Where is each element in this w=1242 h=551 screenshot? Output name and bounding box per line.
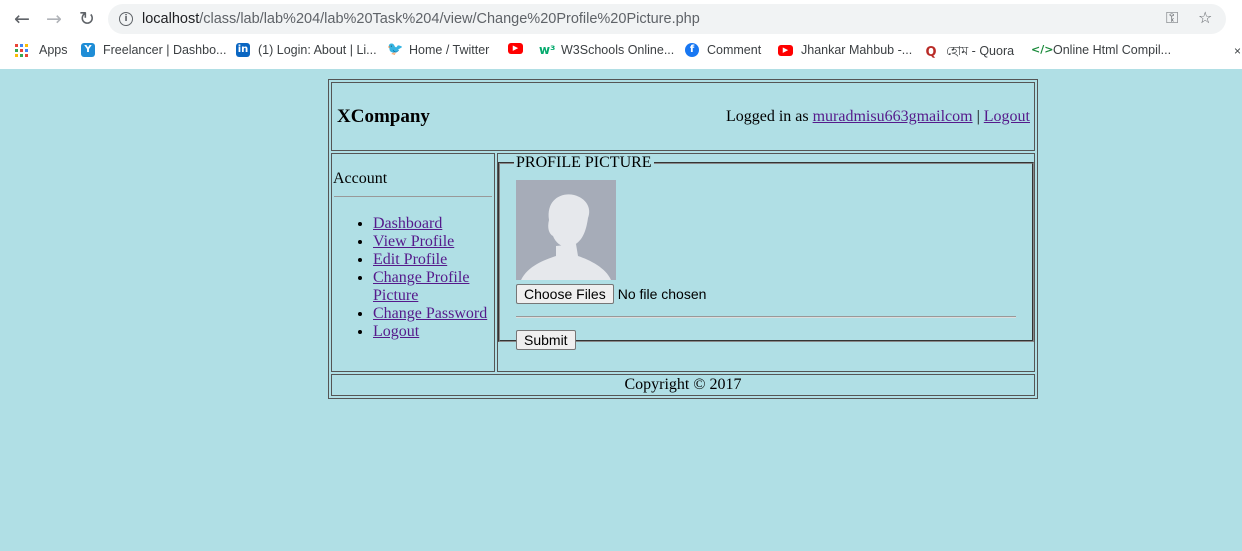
- footer: Copyright © 2017: [331, 374, 1035, 396]
- bookmark-label: হোম - Quora: [946, 44, 1015, 58]
- change-profile-picture-link[interactable]: Change Profile Picture: [373, 269, 469, 304]
- sidebar-item-change-profile-picture: Change Profile Picture: [373, 269, 494, 305]
- browser-toolbar: ← → ↻ i localhost/class/lab/lab%204/lab%…: [0, 0, 1242, 38]
- bookmark-html-compiler[interactable]: </> Online Html Compil...: [1031, 43, 1171, 57]
- star-icon[interactable]: ☆: [1198, 8, 1212, 27]
- no-file-chosen-text: No file chosen: [617, 286, 707, 302]
- key-icon[interactable]: ⚿: [1166, 8, 1178, 28]
- w3schools-icon: w³: [539, 43, 556, 57]
- facebook-icon: f: [685, 43, 699, 57]
- bookmark-apps[interactable]: Apps: [15, 43, 68, 57]
- bookmark-label: Comment: [707, 43, 762, 57]
- forward-arrow-icon[interactable]: →: [41, 7, 67, 31]
- sidebar-item-logout: Logout: [373, 323, 494, 341]
- login-status: Logged in as muradmisu663gmailcom | Logo…: [726, 108, 1030, 126]
- sidebar-menu: Dashboard View Profile Edit Profile Chan…: [332, 215, 494, 341]
- bookmark-youtube[interactable]: ▶: [508, 43, 531, 54]
- linkedin-icon: in: [236, 43, 250, 57]
- sidebar-item-edit-profile: Edit Profile: [373, 251, 494, 269]
- copyright-text: Copyright © 2017: [624, 376, 742, 393]
- logged-in-prefix: Logged in as: [725, 107, 809, 125]
- content-cell: PROFILE PICTURE Choose Files No file cho…: [497, 153, 1035, 372]
- sidebar-item-view-profile: View Profile: [373, 233, 494, 251]
- submit-button[interactable]: Submit: [516, 330, 576, 350]
- quora-icon: Q: [925, 45, 937, 60]
- bookmark-label: Apps: [39, 43, 68, 57]
- dashboard-link[interactable]: Dashboard: [373, 215, 442, 232]
- sidebar-item-change-password: Change Password: [373, 305, 494, 323]
- back-arrow-icon[interactable]: ←: [9, 7, 35, 31]
- url-host: localhost: [142, 11, 200, 27]
- freelancer-icon: Y: [81, 43, 95, 57]
- youtube-icon: ▶: [508, 43, 523, 54]
- bookmark-facebook[interactable]: f Comment: [685, 43, 761, 57]
- profile-picture-fieldset: PROFILE PICTURE Choose Files No file cho…: [498, 154, 1034, 350]
- bookmark-label: Home / Twitter: [409, 43, 490, 57]
- youtube-icon: ▶: [778, 44, 793, 56]
- username-link[interactable]: muradmisu663gmailcom: [813, 108, 973, 125]
- file-input: Choose Files No file chosen: [516, 284, 1016, 304]
- bookmark-w3schools[interactable]: w³ W3Schools Online...: [539, 43, 674, 57]
- bookmark-label: (1) Login: About | Li...: [258, 43, 377, 57]
- change-password-link[interactable]: Change Password: [373, 305, 487, 322]
- apps-grid-icon: [15, 43, 28, 57]
- bookmark-label: Jhankar Mahbub -...: [801, 43, 913, 57]
- bookmark-jhankar[interactable]: ▶ Jhankar Mahbub -...: [778, 43, 912, 57]
- avatar-placeholder-icon: [516, 180, 616, 280]
- overflow-close-icon[interactable]: ×: [1234, 44, 1241, 58]
- bookmark-label: Online Html Compil...: [1053, 43, 1172, 57]
- url-path: /class/lab/lab%204/lab%20Task%204/view/C…: [199, 11, 700, 27]
- info-icon[interactable]: i: [119, 12, 133, 26]
- view-profile-link[interactable]: View Profile: [373, 233, 454, 250]
- edit-profile-link[interactable]: Edit Profile: [373, 251, 447, 268]
- code-icon: </>: [1031, 43, 1054, 56]
- choose-files-button[interactable]: Choose Files: [516, 284, 614, 304]
- header-cell: XCompany Logged in as muradmisu663gmailc…: [331, 82, 1035, 151]
- sidebar-title: Account: [333, 170, 388, 187]
- sidebar-divider: [334, 196, 492, 197]
- form-divider: [516, 316, 1016, 318]
- sidebar-logout-link[interactable]: Logout: [373, 323, 419, 340]
- bookmark-twitter[interactable]: 🐦 Home / Twitter: [387, 42, 490, 58]
- reload-icon[interactable]: ↻: [74, 7, 100, 31]
- brand-title: XCompany: [337, 105, 430, 127]
- bookmark-freelancer[interactable]: Y Freelancer | Dashbo...: [81, 43, 226, 57]
- bookmark-linkedin[interactable]: in (1) Login: About | Li...: [236, 43, 377, 57]
- header-separator: |: [976, 107, 980, 125]
- bookmark-quora[interactable]: Q হোম - Quora: [924, 43, 1014, 63]
- header-logout-link[interactable]: Logout: [984, 108, 1030, 125]
- bookmark-label: W3Schools Online...: [561, 43, 675, 57]
- layout-table: XCompany Logged in as muradmisu663gmailc…: [328, 79, 1038, 399]
- bookmark-label: Freelancer | Dashbo...: [103, 43, 227, 57]
- address-bar[interactable]: i localhost/class/lab/lab%204/lab%20Task…: [108, 4, 1226, 34]
- twitter-icon: 🐦: [387, 42, 404, 57]
- sidebar: Account Dashboard View Profile Edit Prof…: [331, 153, 495, 372]
- sidebar-item-dashboard: Dashboard: [373, 215, 494, 233]
- fieldset-legend: PROFILE PICTURE: [516, 154, 652, 171]
- bookmarks-bar: Apps Y Freelancer | Dashbo... in (1) Log…: [0, 38, 1242, 64]
- browser-chrome: ← → ↻ i localhost/class/lab/lab%204/lab%…: [0, 0, 1242, 69]
- url-text[interactable]: localhost/class/lab/lab%204/lab%20Task%2…: [142, 11, 700, 27]
